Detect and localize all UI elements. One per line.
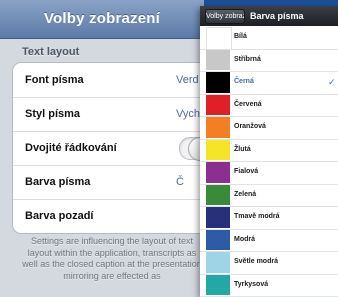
color-swatch: [206, 252, 230, 273]
color-option[interactable]: Modrá: [200, 229, 338, 252]
color-option[interactable]: Bílá: [200, 26, 338, 50]
color-label: Zelená: [234, 190, 257, 198]
color-label: Stříbrná: [234, 55, 261, 63]
color-option[interactable]: Červená: [200, 94, 338, 117]
color-option[interactable]: Světle modrá: [200, 251, 338, 275]
background-color-setting-label: Barva pozadí: [25, 210, 94, 222]
color-swatch: [206, 274, 230, 295]
color-swatch: [206, 162, 230, 183]
section-header: Text layout: [22, 46, 80, 58]
color-option[interactable]: Žlutá: [200, 139, 338, 162]
color-option[interactable]: Tmavě modrá: [200, 206, 338, 230]
color-swatch: [206, 229, 230, 250]
font-color-setting-label: Barva písma: [25, 176, 91, 188]
color-swatch: [206, 94, 230, 115]
font-style-setting-row[interactable]: Styl písma Vych: [13, 97, 204, 132]
font-setting-row[interactable]: Font písma Verd: [13, 63, 204, 98]
color-swatch: [206, 27, 232, 50]
font-style-setting-value: Vych: [176, 108, 201, 120]
color-option[interactable]: Černá ✓: [200, 71, 338, 95]
color-label: Tyrkysová: [234, 280, 269, 288]
color-label: Fialová: [234, 168, 259, 175]
color-label: Modrá: [234, 235, 255, 243]
font-color-setting-value: Č: [176, 176, 184, 188]
color-option[interactable]: Oranžová: [200, 116, 338, 140]
page-title: Volby zobrazení: [43, 10, 161, 27]
back-button[interactable]: Volby zobrazení: [205, 9, 245, 24]
color-label: Světle modrá: [234, 258, 278, 265]
settings-group: Font písma Verd Styl písma Vych Dvojité …: [12, 62, 204, 234]
background-color-setting-row[interactable]: Barva pozadí: [13, 199, 204, 233]
double-spacing-row: Dvojité řádkování: [13, 131, 204, 166]
display-options-panel: Volby zobrazení Text layout Font písma V…: [0, 0, 204, 297]
font-color-popover: Volby zobrazení Barva písma Bílá Stříbrná…: [200, 6, 338, 297]
font-color-setting-row[interactable]: Barva písma Č: [13, 165, 204, 200]
color-label: Žlutá: [234, 145, 251, 153]
color-swatch: [206, 49, 230, 70]
color-label: Tmavě modrá: [234, 213, 280, 220]
font-setting-label: Font písma: [25, 74, 84, 86]
color-option[interactable]: Zelená: [200, 184, 338, 207]
color-label: Oranžová: [234, 123, 266, 130]
color-swatch: [206, 72, 230, 93]
color-option[interactable]: Tyrkysová: [200, 274, 338, 297]
color-option[interactable]: Fialová: [200, 161, 338, 185]
font-style-setting-label: Styl písma: [25, 108, 81, 120]
color-swatch: [206, 139, 230, 160]
settings-footer-note: Settings are influencing the layout of t…: [22, 236, 202, 281]
color-swatch: [206, 117, 230, 138]
double-spacing-label: Dvojité řádkování: [25, 142, 117, 154]
color-label: Bílá: [234, 33, 247, 40]
color-swatch: [206, 207, 230, 228]
color-label: Červená: [234, 100, 262, 108]
popover-title: Barva písma: [250, 11, 304, 21]
color-swatch: [206, 184, 230, 205]
font-setting-value: Verd: [176, 74, 199, 86]
color-label: Černá: [234, 78, 254, 85]
checkmark-icon: ✓: [328, 77, 336, 87]
color-option[interactable]: Stříbrná: [200, 49, 338, 72]
navigation-bar: Volby zobrazení: [0, 0, 204, 39]
popover-navigation-bar: Volby zobrazení Barva písma: [200, 6, 338, 26]
